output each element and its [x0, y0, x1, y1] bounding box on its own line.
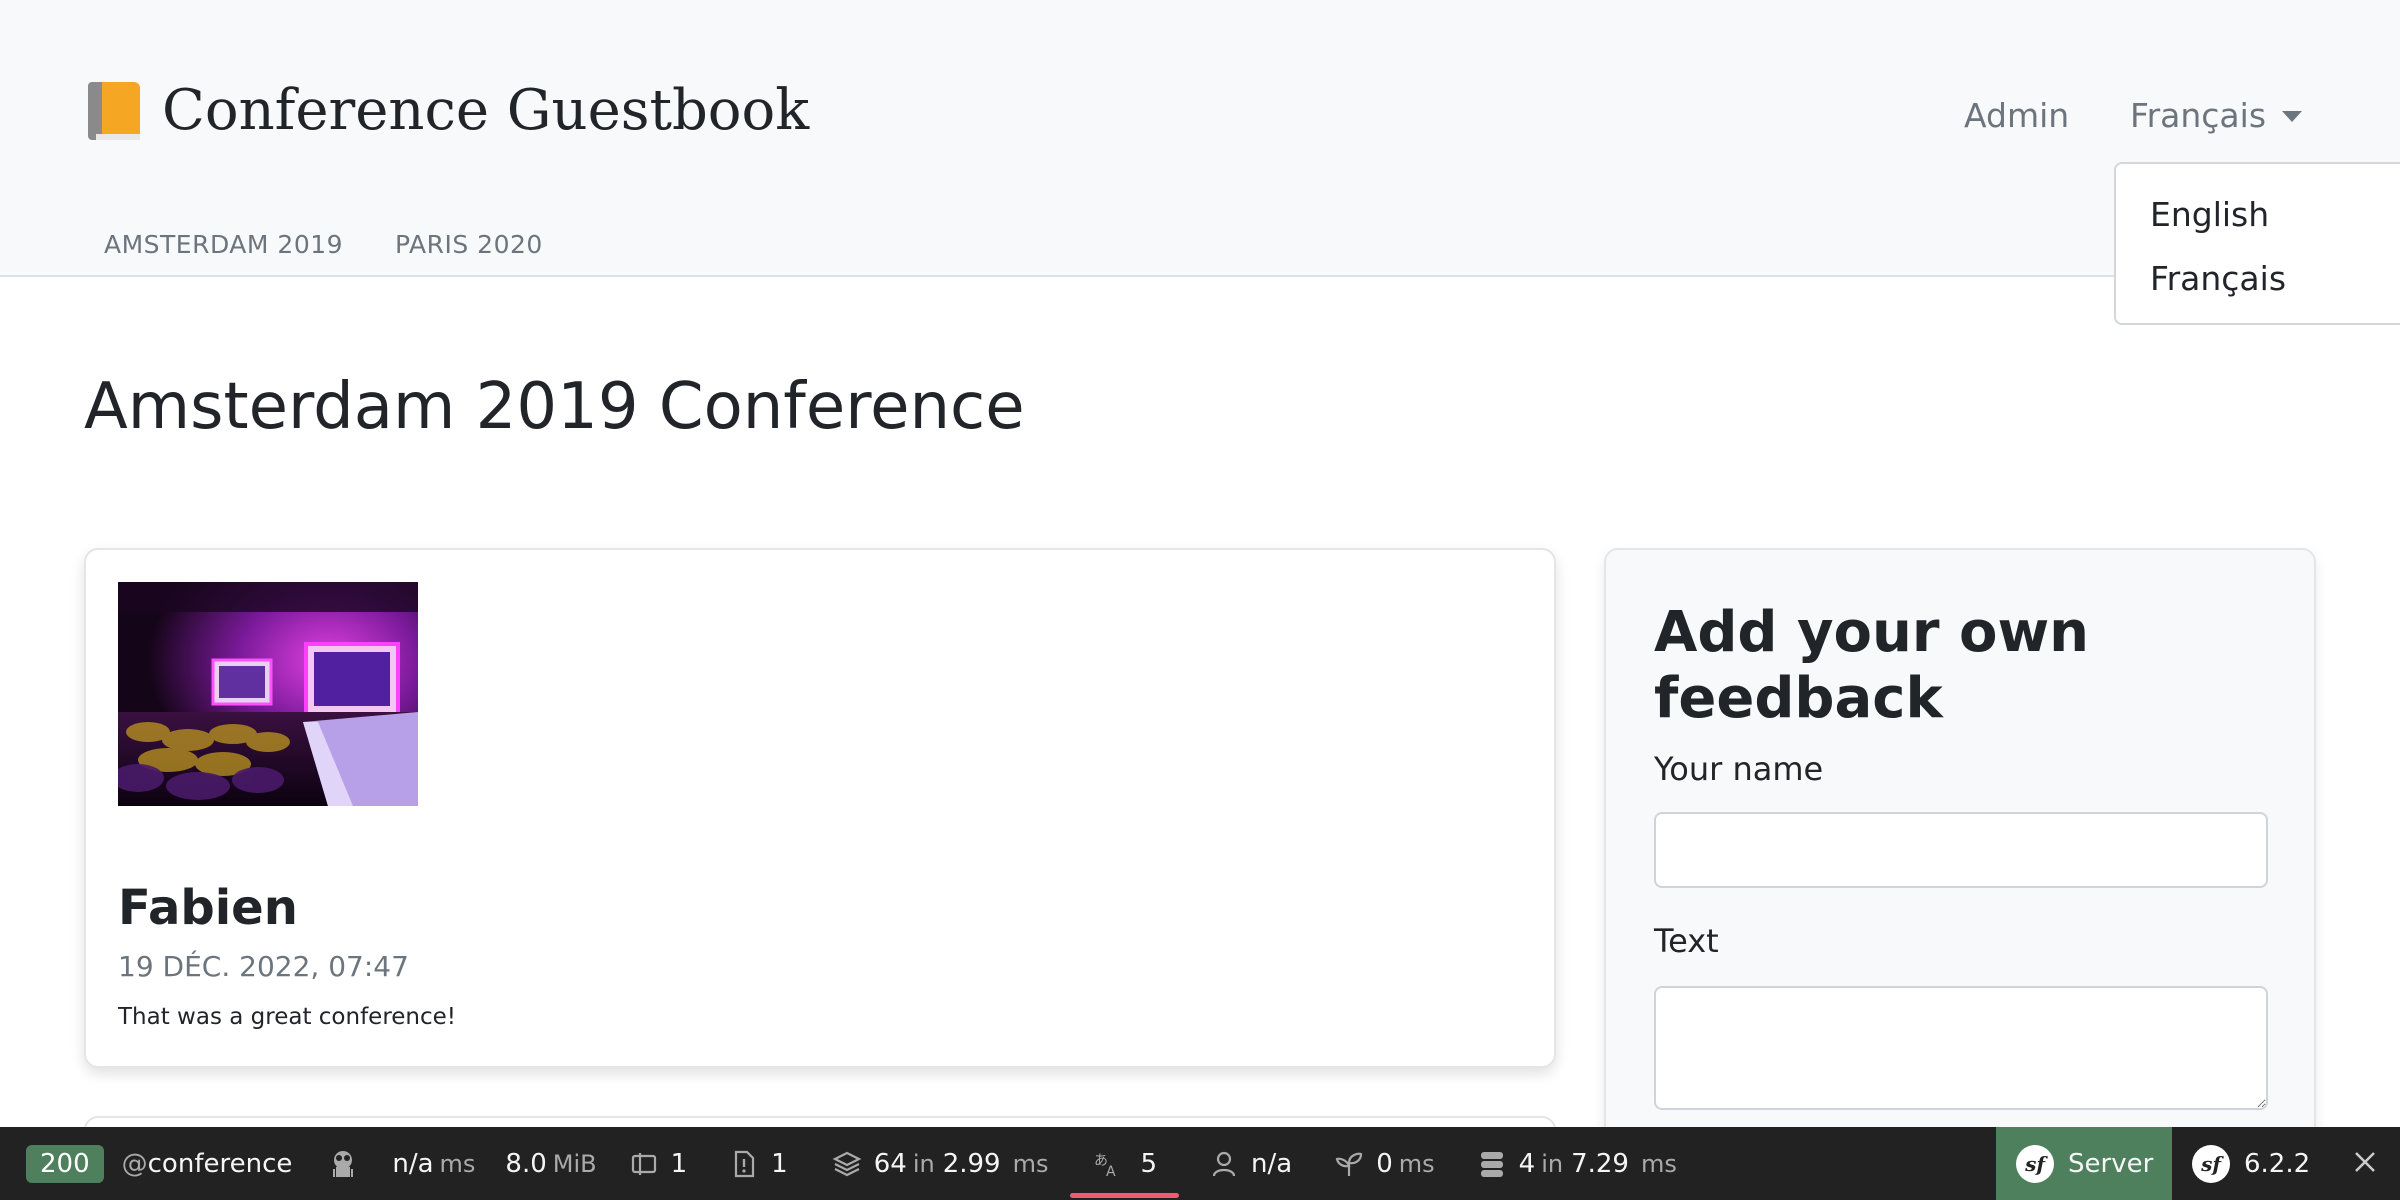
toolbar-logs[interactable]: 1: [729, 1127, 788, 1200]
memory-value: 8.0: [505, 1148, 547, 1179]
toolbar-twig[interactable]: 64 in 2.99 ms: [832, 1127, 1049, 1200]
name-input[interactable]: [1654, 812, 2268, 888]
debug-toolbar: 200 @ conference n/a ms 8.0 MiB 1 1 64 i…: [0, 1127, 2400, 1200]
site-header: Conference Guestbook Admin Français AMST…: [0, 0, 2400, 277]
comment-card: Fabien 19 DÉC. 2022, 07:47 That was a gr…: [84, 548, 1556, 1068]
layers-icon: [832, 1151, 862, 1176]
db-time: 7.29: [1571, 1148, 1629, 1179]
comment-photo: [118, 582, 418, 806]
page-title: Amsterdam 2019 Conference: [84, 370, 1025, 444]
svg-text:A: A: [1106, 1164, 1116, 1179]
log-file-icon: [735, 1150, 755, 1177]
feedback-form: Add your own feedback Your name Text: [1604, 548, 2316, 1200]
caret-down-icon: [2282, 111, 2303, 122]
twig-count: 64: [873, 1148, 907, 1179]
server-label: Server: [2068, 1148, 2154, 1179]
book-icon: [88, 80, 142, 142]
toolbar-translation[interactable]: あ A 5: [1070, 1127, 1179, 1200]
symfony-logo-icon: sf: [2016, 1144, 2054, 1183]
admin-link[interactable]: Admin: [1964, 96, 2069, 135]
toolbar-security[interactable]: n/a: [1209, 1127, 1292, 1200]
form-field-icon: [631, 1152, 656, 1175]
text-input[interactable]: [1654, 986, 2268, 1110]
close-icon[interactable]: [2350, 1147, 2380, 1177]
twig-unit: ms: [1012, 1149, 1049, 1178]
events-unit: ms: [1398, 1149, 1435, 1178]
conference-link-amsterdam-2019[interactable]: AMSTERDAM 2019: [104, 230, 343, 259]
memory-unit: MiB: [552, 1149, 597, 1178]
db-count: 4: [1518, 1148, 1536, 1179]
comment-date: 19 DÉC. 2022, 07:47: [118, 950, 409, 983]
symfony-version: 6.2.2: [2244, 1148, 2311, 1179]
database-icon: [1480, 1151, 1503, 1177]
db-in: in: [1541, 1149, 1564, 1178]
toolbar-symfony-version[interactable]: sf 6.2.2: [2192, 1127, 2310, 1200]
symfony-logo-icon: sf: [2192, 1144, 2230, 1183]
translate-icon: あ A: [1094, 1153, 1116, 1179]
brand-title: Conference Guestbook: [162, 78, 810, 143]
ghost-icon: [333, 1150, 354, 1177]
time-unit: ms: [439, 1149, 476, 1178]
db-unit: ms: [1640, 1149, 1677, 1178]
toolbar-request[interactable]: 200 @ conference: [18, 1127, 292, 1200]
toolbar-forms[interactable]: 1: [629, 1127, 688, 1200]
conference-nav: AMSTERDAM 2019 PARIS 2020: [104, 230, 543, 259]
forms-count: 1: [670, 1148, 688, 1179]
route-prefix: @: [121, 1148, 148, 1179]
language-dropdown-toggle[interactable]: Français: [2130, 96, 2303, 135]
form-title: Add your own feedback: [1654, 600, 2090, 731]
language-dropdown-menu: English Français: [2114, 162, 2400, 325]
language-option-francais[interactable]: Français: [2116, 254, 2400, 318]
twig-in: in: [912, 1149, 935, 1178]
conference-link-paris-2020[interactable]: PARIS 2020: [395, 230, 543, 259]
brand-link[interactable]: Conference Guestbook: [88, 78, 809, 143]
language-label: Français: [2130, 96, 2267, 135]
leaf-icon: [1335, 1152, 1363, 1176]
toolbar-time[interactable]: n/a ms 8.0 MiB: [328, 1127, 597, 1200]
twig-time: 2.99: [942, 1148, 1001, 1179]
logs-count: 1: [771, 1148, 788, 1179]
comment-author: Fabien: [118, 880, 298, 936]
language-option-english[interactable]: English: [2116, 190, 2400, 254]
security-user: n/a: [1251, 1148, 1293, 1179]
toolbar-events[interactable]: 0 ms: [1334, 1127, 1435, 1200]
name-label: Your name: [1654, 750, 1824, 788]
user-icon: [1212, 1151, 1236, 1176]
status-badge: 200: [26, 1144, 104, 1183]
text-label: Text: [1654, 922, 1719, 960]
translation-count: 5: [1140, 1148, 1158, 1179]
comment-text: That was a great conference!: [118, 1004, 457, 1030]
route-name: conference: [147, 1148, 293, 1179]
toolbar-server[interactable]: sf Server: [1996, 1127, 2172, 1200]
events-time: 0: [1376, 1148, 1393, 1179]
time-value: n/a: [392, 1148, 434, 1179]
toolbar-database[interactable]: 4 in 7.29 ms: [1477, 1127, 1677, 1200]
